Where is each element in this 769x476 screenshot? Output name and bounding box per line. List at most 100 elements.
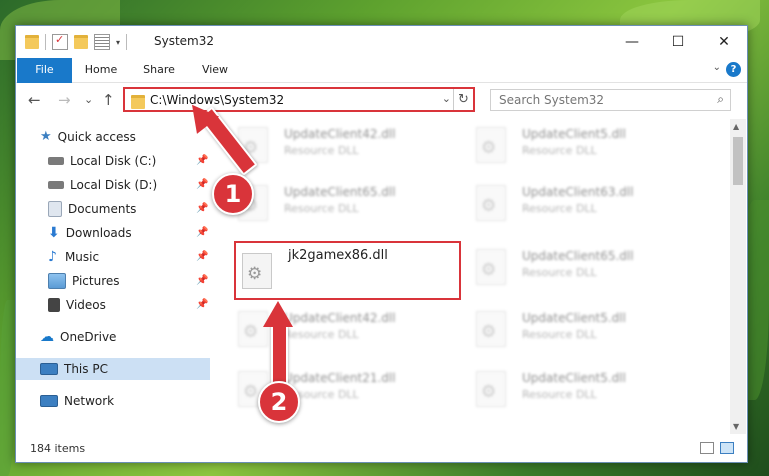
address-path[interactable]: C:\Windows\System32 xyxy=(150,93,284,107)
download-icon: ⬇ xyxy=(48,225,60,241)
pin-icon[interactable]: 📌 xyxy=(196,155,208,166)
scroll-down-icon[interactable]: ▼ xyxy=(733,422,739,431)
file-name: UpdateClient5.dll xyxy=(522,371,626,385)
status-bar: 184 items xyxy=(16,436,747,462)
sidebar-item-label: Quick access xyxy=(57,130,136,144)
sidebar-item-label: Network xyxy=(64,394,115,408)
sidebar-item-label: Documents xyxy=(68,202,137,216)
back-button[interactable]: ← xyxy=(28,91,41,109)
sidebar-item-network[interactable]: Network xyxy=(40,390,114,412)
tiles-view-icon[interactable] xyxy=(720,442,734,454)
recent-locations-button[interactable]: ⌄ xyxy=(84,93,93,106)
sidebar-item-pictures[interactable]: Pictures xyxy=(48,270,208,292)
window-title: System32 xyxy=(154,34,215,48)
folder-icon xyxy=(25,35,39,49)
pin-icon[interactable]: 📌 xyxy=(196,203,208,214)
tab-home[interactable]: Home xyxy=(78,58,124,82)
file-type: Resource DLL xyxy=(522,202,597,215)
sidebar-item-label: Videos xyxy=(66,298,106,312)
pin-icon[interactable]: 📌 xyxy=(196,179,208,190)
sidebar-item-label: Music xyxy=(64,250,100,264)
pin-icon[interactable]: 📌 xyxy=(196,275,208,286)
file-type: Resource DLL xyxy=(284,202,359,215)
sidebar-item-label: This PC xyxy=(64,362,108,376)
folder-icon xyxy=(131,95,145,109)
sidebar-item-downloads[interactable]: ⬇ Downloads xyxy=(48,222,208,244)
expand-ribbon-icon[interactable]: ⌄ xyxy=(713,62,721,73)
search-box[interactable]: ⌕ xyxy=(490,89,731,111)
navigation-bar: ← → ⌄ ↑ C:\Windows\System32 ⌄ ↻ ⌕ xyxy=(16,83,747,117)
search-icon[interactable]: ⌕ xyxy=(717,92,724,107)
arrow-head-2 xyxy=(263,301,293,327)
file-tile[interactable]: UpdateClient5.dll Resource DLL xyxy=(476,125,696,175)
dll-file-icon xyxy=(476,185,506,221)
file-name: UpdateClient63.dll xyxy=(522,185,634,199)
maximize-button[interactable]: ☐ xyxy=(655,26,701,58)
properties-icon[interactable]: ✓ xyxy=(52,33,68,50)
pin-icon[interactable]: 📌 xyxy=(196,299,208,310)
file-name: UpdateClient42.dll xyxy=(284,311,396,325)
address-dropdown-icon[interactable]: ⌄ xyxy=(442,92,451,105)
quick-access-toolbar: ✓ ▾ xyxy=(25,33,128,50)
help-icon[interactable]: ? xyxy=(726,62,741,77)
file-type: Resource DLL xyxy=(522,144,597,157)
file-type: Resource DLL xyxy=(284,144,359,157)
sidebar-item-videos[interactable]: Videos xyxy=(48,294,208,316)
scroll-up-icon[interactable]: ▲ xyxy=(733,122,739,131)
cloud-icon: ☁ xyxy=(40,329,54,345)
file-tile[interactable]: UpdateClient63.dll Resource DLL xyxy=(476,183,696,233)
computer-icon xyxy=(40,363,58,375)
file-tile[interactable]: UpdateClient5.dll Resource DLL xyxy=(476,309,696,359)
file-tile[interactable]: UpdateClient65.dll Resource DLL xyxy=(476,247,696,297)
sidebar-item-label: Downloads xyxy=(65,226,132,240)
sidebar-item-this-pc[interactable]: This PC xyxy=(16,358,210,380)
forward-button[interactable]: → xyxy=(58,91,71,109)
step-badge-1: 1 xyxy=(212,173,254,215)
file-tile[interactable]: UpdateClient42.dll Resource DLL xyxy=(238,125,458,175)
file-type: Resource DLL xyxy=(522,266,597,279)
file-tile[interactable]: UpdateClient65.dll Resource DLL xyxy=(238,183,458,233)
file-highlight-box xyxy=(234,241,461,300)
sidebar-item-label: Local Disk (C:) xyxy=(70,154,157,168)
file-name: UpdateClient65.dll xyxy=(284,185,396,199)
dll-file-icon xyxy=(476,249,506,285)
file-type: Resource DLL xyxy=(284,328,359,341)
drive-icon xyxy=(48,181,64,189)
file-tile[interactable]: UpdateClient5.dll Resource DLL xyxy=(476,369,696,419)
tab-share[interactable]: Share xyxy=(136,58,182,82)
sidebar-item-onedrive[interactable]: ☁ OneDrive xyxy=(40,326,116,348)
pin-icon[interactable]: 📌 xyxy=(196,227,208,238)
new-folder-icon[interactable] xyxy=(74,35,88,49)
sidebar-item-documents[interactable]: Documents xyxy=(48,198,208,220)
close-button[interactable]: ✕ xyxy=(701,26,747,58)
sidebar-item-label: Pictures xyxy=(72,274,120,288)
address-bar[interactable]: C:\Windows\System32 ⌄ ↻ xyxy=(123,87,475,112)
pin-icon[interactable]: 📌 xyxy=(196,251,208,262)
refresh-button[interactable]: ↻ xyxy=(453,89,473,110)
file-name: UpdateClient21.dll xyxy=(284,371,396,385)
file-name: UpdateClient42.dll xyxy=(284,127,396,141)
tab-view[interactable]: View xyxy=(192,58,238,82)
divider xyxy=(45,34,46,50)
item-count: 184 items xyxy=(30,442,86,455)
sidebar-item-local-disk-c[interactable]: Local Disk (C:) xyxy=(48,150,208,172)
sidebar-item-local-disk-d[interactable]: Local Disk (D:) xyxy=(48,174,208,196)
scrollbar-thumb[interactable] xyxy=(733,137,743,185)
details-view-icon[interactable] xyxy=(700,442,714,454)
vertical-scrollbar[interactable]: ▲ ▼ xyxy=(730,119,746,434)
up-button[interactable]: ↑ xyxy=(102,91,115,109)
divider xyxy=(126,34,128,50)
navigation-pane: ★ Quick access Local Disk (C:) Local Dis… xyxy=(16,119,212,434)
dll-file-icon xyxy=(476,311,506,347)
customize-icon[interactable] xyxy=(94,34,110,50)
sidebar-item-music[interactable]: ♪ Music xyxy=(48,246,208,268)
file-type: Resource DLL xyxy=(522,388,597,401)
sidebar-item-quick-access[interactable]: ★ Quick access xyxy=(40,126,136,148)
sidebar-item-label: OneDrive xyxy=(60,330,117,344)
customize-dropdown-icon[interactable]: ▾ xyxy=(116,38,120,47)
step-badge-2: 2 xyxy=(258,381,300,423)
file-type: Resource DLL xyxy=(522,328,597,341)
search-input[interactable] xyxy=(497,92,701,108)
dll-file-icon xyxy=(476,371,506,407)
minimize-button[interactable]: — xyxy=(609,26,655,58)
